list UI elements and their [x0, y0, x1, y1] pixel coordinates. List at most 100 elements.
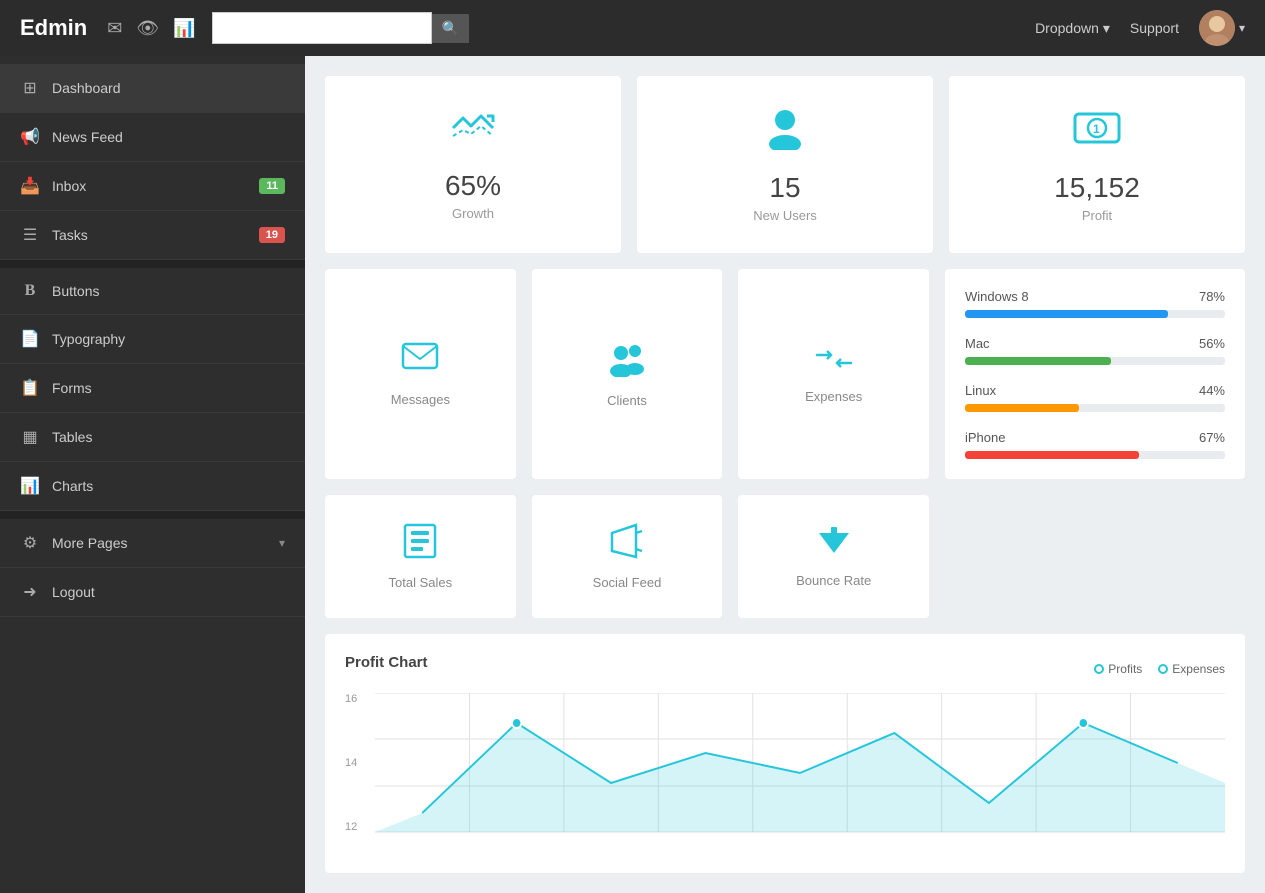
sidebar-item-charts[interactable]: 📊 Charts — [0, 462, 305, 511]
progress-bar-fill-windows8 — [965, 310, 1168, 318]
stat-card-new-users: 15 New Users — [637, 76, 933, 253]
progress-header-mac: Mac 56% — [965, 336, 1225, 351]
new-users-label: New Users — [753, 208, 817, 223]
card-social-feed[interactable]: Social Feed — [532, 495, 723, 618]
progress-bar-fill-mac — [965, 357, 1111, 365]
progress-header-iphone: iPhone 67% — [965, 430, 1225, 445]
progress-bar-bg-windows8 — [965, 310, 1225, 318]
clients-icon — [605, 341, 649, 385]
progress-bar-fill-linux — [965, 404, 1079, 412]
search-form: 🔍 — [212, 12, 469, 44]
sidebar-item-more-pages[interactable]: ⚙ More Pages ▾ — [0, 519, 305, 568]
tasks-badge: 19 — [259, 227, 285, 243]
progress-percent-mac: 56% — [1199, 336, 1225, 351]
progress-percent-iphone: 67% — [1199, 430, 1225, 445]
dropdown-menu[interactable]: Dropdown ▾ — [1035, 20, 1110, 37]
dropdown-caret-icon: ▾ — [1103, 20, 1110, 37]
sidebar-divider-1 — [0, 260, 305, 268]
progress-percent-linux: 44% — [1199, 383, 1225, 398]
brand-name: Edmin — [20, 15, 87, 41]
progress-header-linux: Linux 44% — [965, 383, 1225, 398]
more-pages-icon: ⚙ — [20, 533, 40, 553]
chart-area: 16 14 12 — [345, 693, 1225, 853]
chart-topbar-icon[interactable]: 📊 — [173, 18, 195, 39]
stat-card-profit: 1 15,152 Profit — [949, 76, 1245, 253]
sidebar-divider-2 — [0, 511, 305, 519]
logout-icon: ➜ — [20, 582, 40, 602]
mail-topbar-icon[interactable]: ✉ — [107, 18, 122, 39]
card-bounce-rate[interactable]: Bounce Rate — [738, 495, 929, 618]
icon-cards-row1: Messages Clients — [325, 269, 929, 479]
search-button[interactable]: 🔍 — [432, 14, 469, 43]
total-sales-label: Total Sales — [389, 575, 453, 590]
expenses-icon — [815, 344, 853, 381]
buttons-icon: B — [20, 282, 40, 300]
progress-bar-bg-iphone — [965, 451, 1225, 459]
card-expenses[interactable]: Expenses — [738, 269, 929, 479]
sidebar-item-dashboard[interactable]: ⊞ Dashboard — [0, 64, 305, 113]
sidebar-item-typography[interactable]: 📄 Typography — [0, 315, 305, 364]
chart-legend: Profits Expenses — [1094, 662, 1225, 676]
legend-profits-dot — [1094, 664, 1104, 674]
clients-label: Clients — [607, 393, 647, 408]
charts-icon: 📊 — [20, 476, 40, 496]
layout: ⊞ Dashboard 📢 News Feed 📥 Inbox 11 ☰ Tas… — [0, 56, 1265, 893]
card-total-sales[interactable]: Total Sales — [325, 495, 516, 618]
sidebar-item-logout[interactable]: ➜ Logout — [0, 568, 305, 617]
sidebar-item-buttons[interactable]: B Buttons — [0, 268, 305, 315]
messages-label: Messages — [391, 392, 450, 407]
inbox-badge: 11 — [259, 178, 285, 194]
sidebar-item-tables[interactable]: ▦ Tables — [0, 413, 305, 462]
total-sales-icon — [403, 523, 437, 567]
support-link[interactable]: Support — [1130, 20, 1179, 36]
progress-bar-bg-mac — [965, 357, 1225, 365]
social-feed-icon — [608, 523, 646, 567]
eye-topbar-icon[interactable]: 👁 — [136, 18, 159, 39]
icon-cards-row2: Total Sales Social Feed — [325, 495, 929, 618]
progress-item-linux: Linux 44% — [965, 383, 1225, 412]
sidebar-item-tasks[interactable]: ☰ Tasks 19 — [0, 211, 305, 260]
tables-icon: ▦ — [20, 427, 40, 447]
chart-title: Profit Chart — [345, 654, 428, 671]
svg-text:1: 1 — [1093, 122, 1100, 136]
inbox-icon: 📥 — [20, 176, 40, 196]
bounce-rate-icon — [817, 525, 851, 565]
forms-icon: 📋 — [20, 378, 40, 398]
news-feed-icon: 📢 — [20, 127, 40, 147]
stat-card-growth: 65% Growth — [325, 76, 621, 253]
more-pages-caret-icon: ▾ — [279, 536, 285, 550]
legend-profits: Profits — [1094, 662, 1142, 676]
progress-bar-fill-iphone — [965, 451, 1139, 459]
card-clients[interactable]: Clients — [532, 269, 723, 479]
stat-cards-row: 65% Growth 15 New Users — [325, 76, 1245, 253]
progress-panel: Windows 8 78% Mac 56% — [945, 269, 1245, 479]
progress-percent-windows8: 78% — [1199, 289, 1225, 304]
profit-label: Profit — [1082, 208, 1112, 223]
profit-icon: 1 — [1071, 106, 1123, 160]
chart-section: Profit Chart Profits Expenses 16 14 — [325, 634, 1245, 873]
tasks-icon: ☰ — [20, 225, 40, 245]
profit-value: 15,152 — [1054, 172, 1140, 204]
sidebar-item-inbox[interactable]: 📥 Inbox 11 — [0, 162, 305, 211]
legend-expenses-dot — [1158, 664, 1168, 674]
progress-header-windows8: Windows 8 78% — [965, 289, 1225, 304]
new-users-value: 15 — [769, 172, 800, 204]
sidebar-item-forms[interactable]: 📋 Forms — [0, 364, 305, 413]
chart-svg — [375, 693, 1225, 833]
search-input[interactable] — [212, 12, 432, 44]
progress-item-iphone: iPhone 67% — [965, 430, 1225, 459]
legend-expenses: Expenses — [1158, 662, 1225, 676]
card-messages[interactable]: Messages — [325, 269, 516, 479]
growth-icon — [449, 108, 497, 158]
main-content: 65% Growth 15 New Users — [305, 56, 1265, 893]
progress-item-mac: Mac 56% — [965, 336, 1225, 365]
avatar[interactable] — [1199, 10, 1235, 46]
avatar-caret-icon[interactable]: ▾ — [1239, 21, 1245, 35]
sidebar-item-news-feed[interactable]: 📢 News Feed — [0, 113, 305, 162]
growth-label: Growth — [452, 206, 494, 221]
expenses-label: Expenses — [805, 389, 862, 404]
topbar-right: Dropdown ▾ Support ▾ — [1035, 10, 1245, 46]
topbar-icons: ✉ 👁 📊 — [107, 18, 195, 39]
dashboard-icon: ⊞ — [20, 78, 40, 98]
chart-y-labels: 16 14 12 — [345, 693, 373, 833]
